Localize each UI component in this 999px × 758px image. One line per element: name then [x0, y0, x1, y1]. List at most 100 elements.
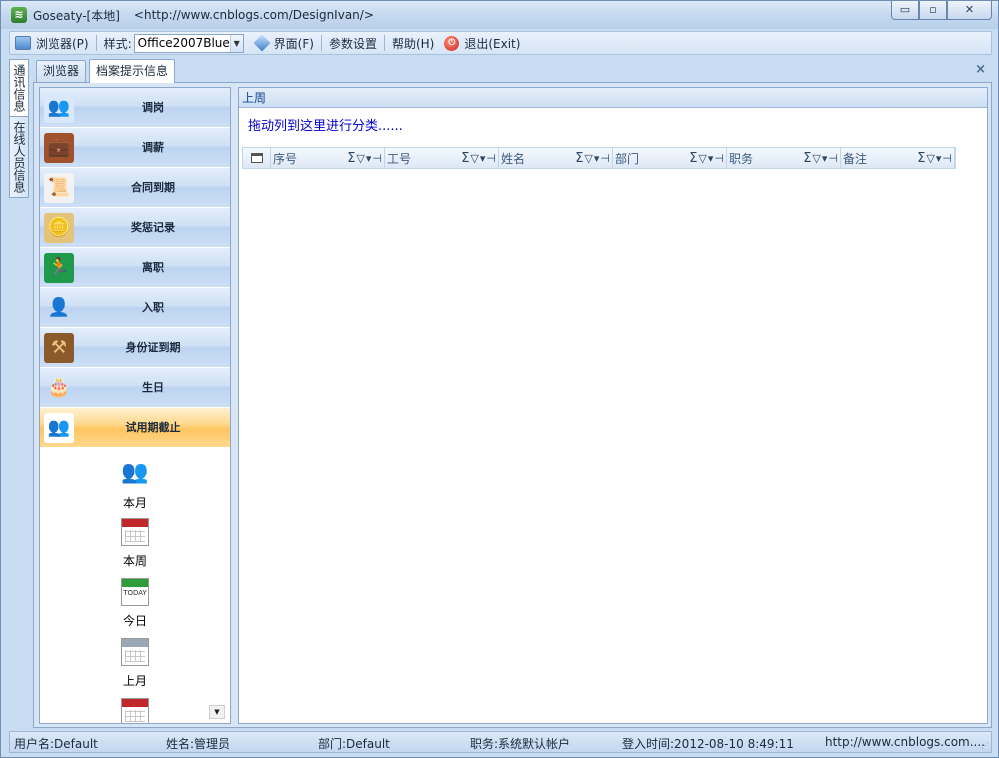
side-tabs: 通讯信息 在线人员信息 — [9, 59, 31, 199]
sigma-icon[interactable]: Σ — [347, 151, 355, 166]
sigma-icon[interactable]: Σ — [461, 151, 469, 166]
nav-item-this-week[interactable]: 本周 — [100, 518, 170, 569]
chevron-down-icon[interactable]: ▾ — [366, 152, 372, 165]
pin-icon[interactable]: ⊣ — [942, 152, 952, 165]
column-title: 职务 — [729, 151, 754, 166]
filter-icon[interactable]: ▽ — [470, 152, 478, 165]
diamond-icon — [253, 34, 271, 52]
nav-group-id-expiry[interactable]: ⚒ 身份证到期 — [40, 328, 230, 368]
menu-exit[interactable]: ⏻ 退出(Exit) — [439, 32, 525, 54]
tab-archive-reminder[interactable]: 档案提示信息 — [89, 59, 176, 83]
filter-icon[interactable]: ▽ — [356, 152, 364, 165]
status-bar: 用户名:Default 姓名:管理员 部门:Default 职务:系统默认帐户 … — [9, 731, 992, 753]
menu-interface-label: 界面(F) — [273, 36, 314, 51]
title-bar[interactable]: ≋ Goseaty-[本地] <http://www.cnblogs.com/D… — [1, 1, 998, 29]
filter-icon[interactable]: ▽ — [584, 152, 592, 165]
column-tools: Σ ▽ ▾ ⊣ — [346, 151, 384, 166]
nav-item-label: 今日 — [122, 614, 147, 628]
close-button[interactable]: ✕ — [947, 1, 992, 20]
column-header-name[interactable]: 姓名 Σ ▽ ▾ ⊣ — [499, 148, 613, 168]
menu-separator — [320, 35, 322, 51]
close-tab-icon[interactable]: × — [975, 62, 986, 77]
browser-icon — [15, 36, 31, 50]
nav-group-salary[interactable]: 💼 调薪 — [40, 128, 230, 168]
column-header-role[interactable]: 职务 Σ ▽ ▾ ⊣ — [727, 148, 841, 168]
column-header-row: 序号 Σ ▽ ▾ ⊣ 工号 Σ ▽ ▾ ⊣ 姓名 Σ ▽ ▾ ⊣ 部门 Σ ▽ … — [242, 147, 956, 169]
style-combo[interactable]: Office2007Blue ▼ — [133, 33, 244, 53]
pin-icon[interactable]: ⊣ — [486, 152, 496, 165]
sigma-icon[interactable]: Σ — [689, 151, 697, 166]
document-tabs: 浏览器 档案提示信息 × — [33, 59, 992, 83]
column-header-seq[interactable]: 序号 Σ ▽ ▾ ⊣ — [271, 148, 385, 168]
column-tools: Σ ▽ ▾ ⊣ — [460, 151, 498, 166]
group-by-panel[interactable]: 拖动列到这里进行分类...... — [239, 108, 987, 146]
menu-separator — [95, 35, 97, 51]
calendar-red-icon — [121, 518, 149, 546]
nav-item-this-month[interactable]: 👥 本月 — [100, 458, 170, 511]
filter-icon[interactable]: ▽ — [812, 152, 820, 165]
probation-people-icon: 👥 — [44, 413, 74, 443]
grid-panel: 上周 拖动列到这里进行分类...... 序号 Σ ▽ ▾ ⊣ 工号 Σ ▽ ▾ … — [238, 87, 988, 724]
side-tab-contact[interactable]: 通讯信息 — [9, 59, 29, 117]
resize-grip-icon[interactable]: ⋰ — [981, 741, 989, 750]
filter-icon[interactable]: ▽ — [698, 152, 706, 165]
nav-group-probation[interactable]: 👥 试用期截止 — [40, 408, 230, 448]
menu-exit-label: 退出(Exit) — [464, 36, 521, 51]
menu-browser[interactable]: 浏览器(P) — [10, 32, 94, 54]
sigma-icon[interactable]: Σ — [803, 151, 811, 166]
chevron-down-icon[interactable]: ▾ — [708, 152, 714, 165]
scroll-down-button[interactable]: ▼ — [209, 705, 225, 719]
nav-group-resign[interactable]: 🏃 离职 — [40, 248, 230, 288]
chevron-down-icon[interactable]: ▾ — [480, 152, 486, 165]
nav-item-last-month[interactable]: 上月 — [100, 638, 170, 689]
menu-params[interactable]: 参数设置 — [324, 32, 382, 54]
column-title: 部门 — [615, 151, 640, 166]
chevron-down-icon[interactable]: ▾ — [822, 152, 828, 165]
menu-params-label: 参数设置 — [328, 36, 377, 51]
status-link[interactable]: http://www.cnblogs.com.... — [825, 735, 985, 749]
filter-icon[interactable]: ▽ — [926, 152, 934, 165]
nav-group-contract[interactable]: 📜 合同到期 — [40, 168, 230, 208]
menu-help-label: 帮助(H) — [391, 36, 435, 51]
column-chooser-button[interactable] — [243, 148, 271, 168]
calendar-today-icon: TODAY — [121, 578, 149, 606]
column-header-remark[interactable]: 备注 Σ ▽ ▾ ⊣ — [841, 148, 955, 168]
sigma-icon[interactable]: Σ — [917, 151, 925, 166]
status-role: 职务:系统默认帐户 — [470, 737, 571, 751]
birthday-cake-icon: 🎂 — [47, 377, 71, 398]
nav-group-rewards[interactable]: 🪙 奖惩记录 — [40, 208, 230, 248]
nav-group-transfer[interactable]: 👥 调岗 — [40, 88, 230, 128]
status-name: 姓名:管理员 — [166, 737, 231, 751]
pin-icon[interactable]: ⊣ — [714, 152, 724, 165]
side-tab-online[interactable]: 在线人员信息 — [9, 116, 29, 198]
nav-item-today[interactable]: TODAY 今日 — [100, 578, 170, 629]
tab-browser[interactable]: 浏览器 — [36, 60, 87, 82]
nav-group-onboard[interactable]: 👤 入职 — [40, 288, 230, 328]
style-selector: 样式: Office2007Blue ▼ — [99, 32, 249, 54]
minimize-button[interactable]: ▭ — [891, 1, 919, 20]
column-tools: Σ ▽ ▾ ⊣ — [688, 151, 726, 166]
column-header-empno[interactable]: 工号 Σ ▽ ▾ ⊣ — [385, 148, 499, 168]
chevron-down-icon[interactable]: ▼ — [229, 34, 243, 52]
pin-icon[interactable]: ⊣ — [372, 152, 382, 165]
column-header-dept[interactable]: 部门 Σ ▽ ▾ ⊣ — [613, 148, 727, 168]
nav-item-partial[interactable] — [100, 698, 170, 723]
nav-group-label: 入职 — [142, 301, 164, 314]
menu-bar: 浏览器(P) 样式: Office2007Blue ▼ 界面(F) 参数设置 帮… — [9, 31, 992, 55]
column-tools: Σ ▽ ▾ ⊣ — [574, 151, 612, 166]
window-url: <http://www.cnblogs.com/DesignIvan/> — [133, 8, 374, 22]
chevron-down-icon[interactable]: ▾ — [594, 152, 600, 165]
sigma-icon[interactable]: Σ — [575, 151, 583, 166]
nav-group-birthday[interactable]: 🎂 生日 — [40, 368, 230, 408]
id-stamp-icon: ⚒ — [44, 333, 74, 363]
maximize-button[interactable]: ▫ — [919, 1, 947, 20]
pin-icon[interactable]: ⊣ — [600, 152, 610, 165]
menu-interface[interactable]: 界面(F) — [249, 32, 319, 54]
nav-group-label: 调薪 — [142, 141, 164, 154]
pin-icon[interactable]: ⊣ — [828, 152, 838, 165]
style-combo-value: Office2007Blue — [137, 36, 230, 50]
chevron-down-icon[interactable]: ▾ — [936, 152, 942, 165]
column-title: 姓名 — [501, 151, 526, 166]
people-group-icon: 👥 — [121, 460, 149, 485]
menu-help[interactable]: 帮助(H) — [387, 32, 439, 54]
